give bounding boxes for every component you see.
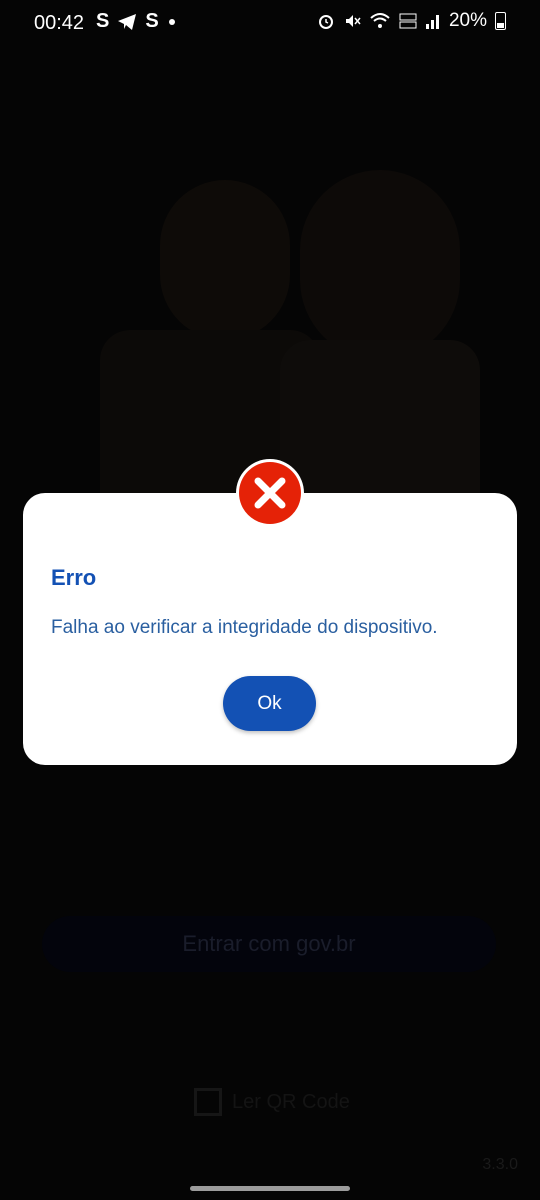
ok-button[interactable]: Ok: [223, 676, 316, 731]
battery-percent: 20%: [448, 10, 487, 31]
battery-icon: [495, 12, 506, 30]
dialog-message: Falha ao verificar a integridade do disp…: [51, 617, 438, 638]
mute-icon: [345, 15, 361, 27]
volte-icon: [399, 13, 417, 29]
dialog-title: Erro: [51, 565, 97, 590]
telegram-icon: [118, 13, 137, 30]
dot-icon: [168, 18, 175, 25]
qr-code-icon: [194, 1088, 222, 1116]
status-left-icons: S S: [96, 10, 177, 33]
login-govbr-button: Entrar com gov.br: [42, 916, 496, 972]
samsung-s-icon: S: [96, 10, 110, 32]
read-qr-button: Ler QR Code: [194, 1088, 350, 1116]
wifi-icon: [370, 13, 390, 28]
home-indicator[interactable]: [190, 1186, 350, 1191]
error-dialog: Erro Falha ao verificar a integridade do…: [23, 493, 517, 765]
person-silhouette-2: [300, 170, 460, 360]
signal-icon: [425, 15, 439, 29]
person-silhouette: [160, 180, 290, 340]
status-bar: 00:42 S S 20%: [0, 0, 540, 46]
error-x-icon: [236, 459, 304, 527]
alarm-icon: [318, 15, 333, 29]
status-right-icons: 20%: [317, 10, 506, 32]
status-time: 00:42: [34, 12, 85, 34]
samsung-s-icon-2: S: [145, 10, 159, 32]
app-version: 3.3.0: [482, 1156, 518, 1173]
read-qr-label: Ler QR Code: [232, 1090, 350, 1113]
